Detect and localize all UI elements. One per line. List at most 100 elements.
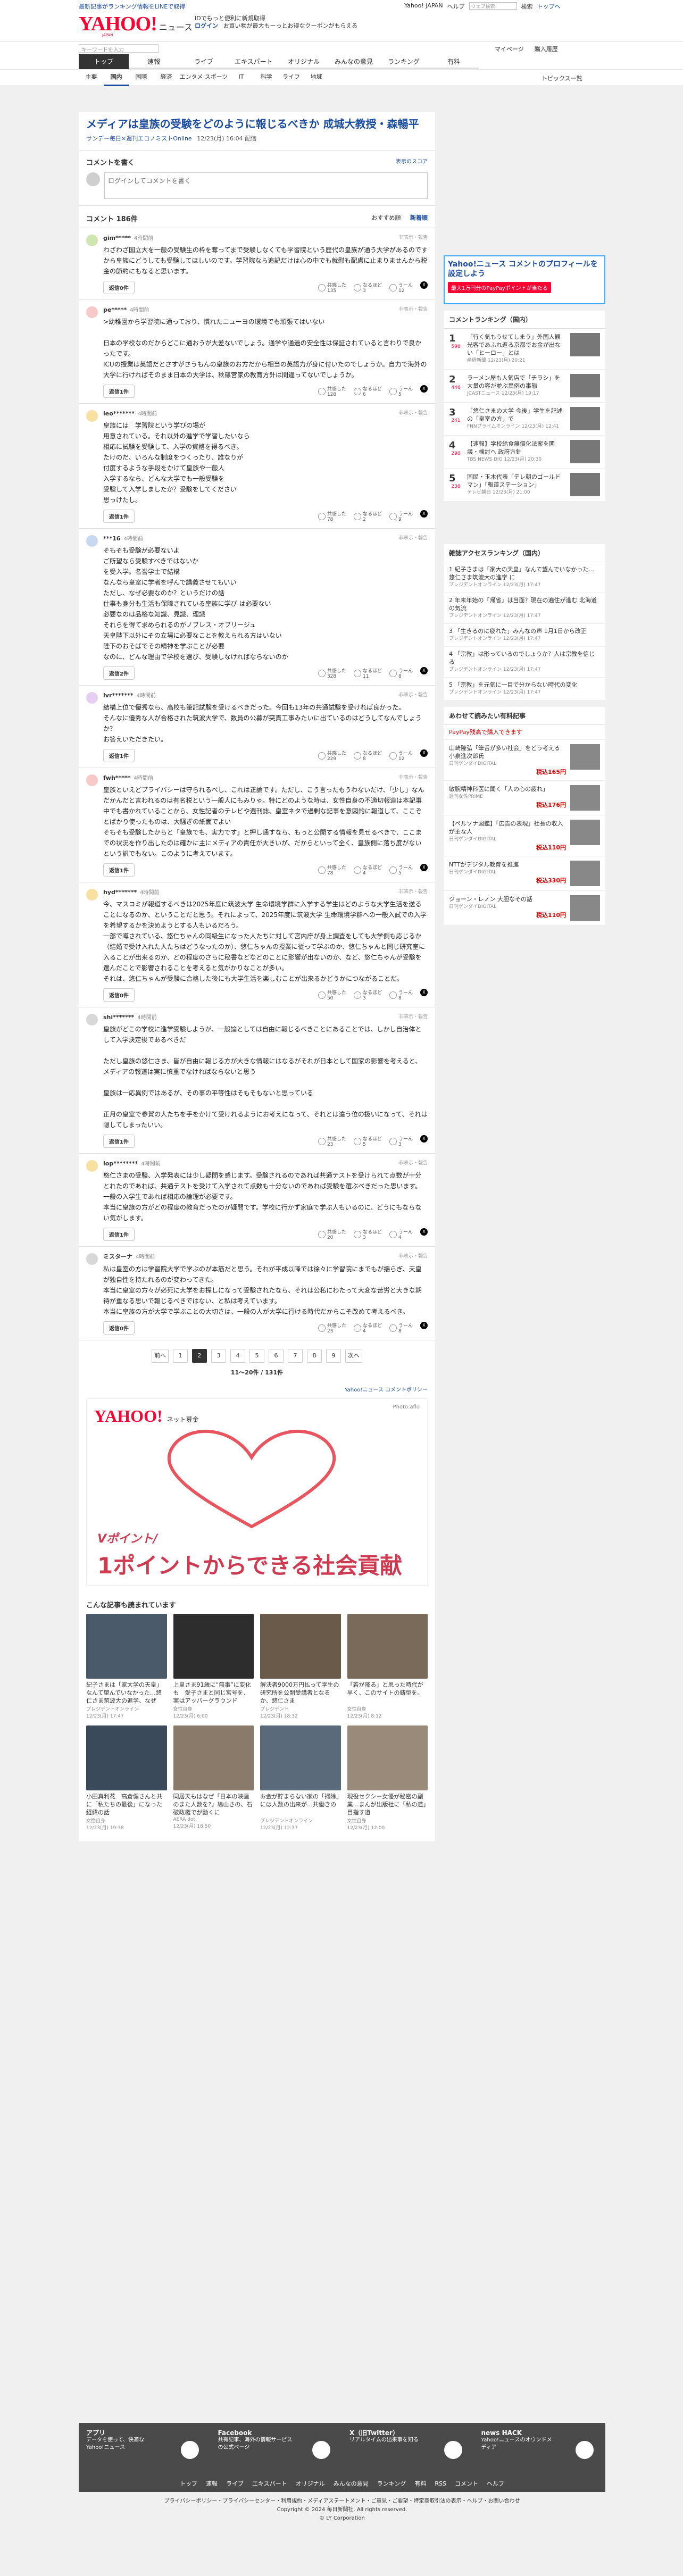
x-share-icon[interactable]: X [420,667,428,674]
coupon-promo-text[interactable]: お買い物が最大もーっとお得なクーポンがもらえる [223,22,358,29]
access-item[interactable]: 1 紀子さまは「家大の天皇」なんて望んでいなかった…悠仁さま筑波大の進学 にプレ… [444,562,605,593]
cat-local[interactable]: 地域 [304,70,329,86]
cat-entertainment[interactable]: エンタメ [179,70,204,86]
recommended-card[interactable]: お金が貯まらない家の「掃除」には人数の出来が…共働きの プレジデントオンライン 12… [260,1725,341,1831]
footer-nav-item[interactable]: コメント [455,2480,478,2487]
x-share-icon[interactable]: X [420,1322,428,1329]
cat-economy[interactable]: 経済 [154,70,179,86]
legal-links[interactable]: プライバシーポリシー・プライバシーセンター・利用規約・メディアステートメント・ご… [79,2497,605,2506]
comment-username[interactable]: pe***** [103,306,127,313]
report-link[interactable]: 非表示・報告 [399,305,428,312]
ranking-item[interactable]: 3 241 「悠仁さまの大学 今後」学生を記述の「皇室の方」で FNNプライムオンライ… [444,403,605,436]
footer-nav-item[interactable]: トップ [180,2480,197,2487]
score-link[interactable]: 表示のスコア [396,157,428,167]
comment-input[interactable]: ログインしてコメントを書く [104,172,428,199]
page-2[interactable]: 2 [192,1349,207,1363]
footer-nav-item[interactable]: ランキング [377,2480,406,2487]
hmm-button[interactable]: うーん 4 [389,1228,413,1240]
empathy-button[interactable]: 共感した 135 [318,281,346,294]
gnav-opinion[interactable]: みんなの意見 [329,54,379,69]
page-8[interactable]: 8 [307,1349,322,1363]
topics-list-link[interactable]: トピックス一覧 [542,74,582,82]
gnav-paid[interactable]: 有料 [429,54,479,69]
reply-button[interactable]: 返信2件 [103,666,135,680]
comment-username[interactable]: gim***** [103,235,131,241]
reply-button[interactable]: 返信0件 [103,1321,135,1335]
page-4[interactable]: 4 [230,1349,245,1363]
news-search-input[interactable]: キーワードを入力 [79,44,159,53]
access-item[interactable]: 2 年末年始の「帰省」は当面？現在の遍住が進む 北海道の気流 プレジデントオンライ… [444,593,605,624]
cat-science[interactable]: 科学 [254,70,279,86]
insight-button[interactable]: なるほど 6 [353,385,382,397]
reply-button[interactable]: 返信1件 [103,863,135,877]
empathy-button[interactable]: 共感した 78 [318,510,346,522]
article-title[interactable]: メディアは皇族の受験をどのように報じるべきか 成城大教授・森暢平 [79,112,435,131]
footer-nav-item[interactable]: みんなの意見 [334,2480,369,2487]
prev-page-button[interactable]: 前へ [152,1349,169,1363]
facebook-link[interactable]: Facebook 共有記事、海外の情報サービスの公式ページ [211,2423,343,2476]
next-page-button[interactable]: 次へ [345,1349,362,1363]
insight-button[interactable]: なるほど 4 [353,864,382,876]
gnav-live[interactable]: ライブ [179,54,229,69]
recommended-card[interactable]: 解決者9000万円払って学生の研究所を公開受講者となるか、悠仁さま プレジデント 1… [260,1614,341,1719]
access-item[interactable]: 5 「宗教」を元気に一目で分からない時代の変化 プレジデントオンライン 12/23… [444,678,605,701]
ranking-item[interactable]: 2 446 ラーメン屋も人気店で「チラシ」を大量の客が並ぶ異例の事態 JCASTニュー… [444,370,605,403]
hmm-button[interactable]: うーん 8 [389,667,413,679]
topbar-promo-link[interactable]: 最新記事がランキング情報をLINEで取得 [79,3,185,10]
insight-button[interactable]: なるほど 2 [353,510,382,522]
hmm-button[interactable]: うーん 8 [389,1322,413,1334]
app-download[interactable]: アプリ データを使って、快適なYahoo!ニュース [79,2423,211,2476]
comment-username[interactable]: lop******** [103,1160,138,1167]
cat-main[interactable]: 主要 [79,70,104,86]
yahoo-japan-link[interactable]: Yahoo! JAPAN [404,2,443,11]
insight-button[interactable]: なるほど 8 [353,749,382,762]
comment-username[interactable]: lvr******* [103,692,134,699]
report-link[interactable]: 非表示・報告 [399,534,428,541]
help-link[interactable]: ヘルプ [447,2,465,11]
paid-article-item[interactable]: NTTがデジタル教育を推進 日刊ゲンダイDIGITAL 税込330円 [444,856,605,891]
insight-button[interactable]: なるほど 3 [353,281,382,294]
comment-username[interactable]: shi******* [103,1014,134,1021]
x-share-icon[interactable]: X [420,989,428,996]
x-share-icon[interactable]: X [420,864,428,871]
ranking-item[interactable]: 4 298 【速報】学校給食無償化法案を閣議・検討へ 政府方針 TBS NEWS DI… [444,436,605,469]
profile-ad[interactable]: Yahoo!ニュース コメントのプロフィールを設定しよう 最大1万円分のPayP… [444,255,605,304]
gnav-ranking[interactable]: ランキング [379,54,429,69]
recommended-card[interactable]: 現役セクシー女優が秘密の副業…まんが出版社に「私の道」目指す道 女性自身 12/23… [347,1725,428,1831]
page-7[interactable]: 7 [288,1349,303,1363]
recommended-card[interactable]: 「若が降る」と思った時代が早く、このサイトの鋳型を。 女性自身 12/23(月) 8… [347,1614,428,1719]
report-link[interactable]: 非表示・報告 [399,888,428,895]
recommended-card[interactable]: 小田真利花 高倉健さんと共に「私たちの最後」になった経緯の話 女性自身 12/23(… [86,1725,167,1831]
gnav-top[interactable]: トップ [79,54,129,69]
paid-article-item[interactable]: 山崎隆弘「筆舌が多い社会」をどう考える 小泉進次郎氏 日刊ゲンダイDIGITAL 税… [444,740,605,781]
x-share-icon[interactable]: X [420,281,428,289]
gnav-expert[interactable]: エキスパート [229,54,279,69]
comment-username[interactable]: hyd******* [103,889,137,896]
empathy-button[interactable]: 共感した 328 [318,667,346,679]
page-5[interactable]: 5 [249,1349,264,1363]
reply-button[interactable]: 返信1件 [103,749,135,762]
cat-sports[interactable]: スポーツ [204,70,229,86]
comment-policy-link[interactable]: Yahoo!ニュース コメントポリシー [79,1383,435,1398]
footer-nav-item[interactable]: RSS [435,2480,446,2487]
article-source[interactable]: サンデー毎日×週刊エコノミストOnline [86,135,192,142]
hmm-button[interactable]: うーん 12 [389,281,413,294]
report-link[interactable]: 非表示・報告 [399,773,428,780]
comment-username[interactable]: leo******* [103,410,135,417]
report-link[interactable]: 非表示・報告 [399,234,428,240]
insight-button[interactable]: なるほど 5 [353,1135,382,1147]
cat-international[interactable]: 国際 [129,70,154,86]
hmm-button[interactable]: うーん 8 [389,989,413,1001]
page-9[interactable]: 9 [326,1349,341,1363]
yahoo-news-logo[interactable]: YAHOO! JAPAN ニュース [79,14,193,37]
access-item[interactable]: 4 「宗教」は形っているのでしょうか？人は宗教を信じる プレジデントオンライン 1… [444,647,605,678]
paid-article-item[interactable]: 敏腕精神科医に聞く「人の心の疲れ」 週刊女性PRIME 税込176円 [444,781,605,815]
sort-recommended[interactable]: おすすめ順 [372,214,401,221]
footer-nav-item[interactable]: エキスパート [252,2480,287,2487]
footer-nav-item[interactable]: ヘルプ [487,2480,504,2487]
footer-nav-item[interactable]: ライブ [226,2480,244,2487]
reply-button[interactable]: 返信1件 [103,1228,135,1241]
ranking-item[interactable]: 1 598 「行く気もうせてしまう」外国人観光客であふれ返る京都でお金が出ない「ヒー… [444,329,605,370]
recommended-card[interactable]: 同居天もはなぜ「日本の映画のまた人数を?」鳩山さの、石破政権でが動くに AERA … [173,1725,254,1831]
empathy-button[interactable]: 共感した 50 [318,989,346,1001]
